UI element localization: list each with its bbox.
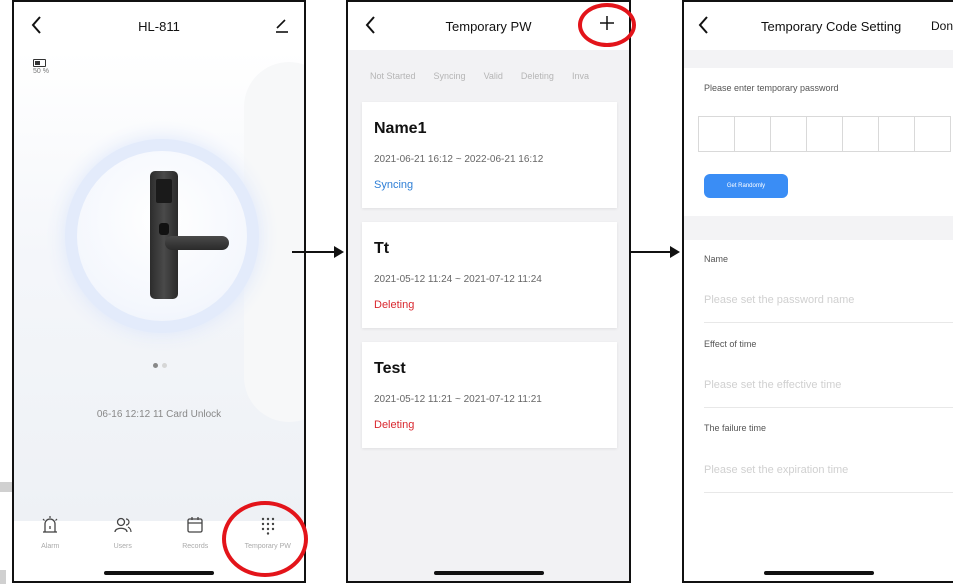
tab-alarm[interactable]: Alarm — [14, 507, 87, 567]
done-button[interactable]: Don — [931, 19, 953, 33]
page-title: Temporary Code Setting — [761, 18, 902, 34]
temporary-pw-list-screen: Temporary PW Not Started Syncing Valid D… — [346, 0, 631, 583]
home-indicator — [433, 571, 544, 575]
password-name: Name1 — [374, 120, 427, 137]
effect-time-label: Effect of time — [704, 339, 757, 349]
password-card[interactable]: Test 2021-05-12 11:21 ~ 2021-07-12 11:21… — [362, 342, 617, 448]
flow-arrow — [628, 246, 680, 258]
highlight-circle — [222, 501, 308, 577]
filter-invalid[interactable]: Inva — [572, 71, 589, 81]
password-status: Deleting — [374, 299, 415, 311]
password-status: Syncing — [374, 179, 414, 191]
filter-not-started[interactable]: Not Started — [370, 71, 416, 81]
password-name: Test — [374, 360, 406, 377]
status-filter-bar: Not Started Syncing Valid Deleting Inva — [348, 60, 629, 92]
alarm-icon — [42, 516, 58, 533]
door-lock-image — [150, 171, 178, 299]
password-status: Deleting — [374, 419, 415, 431]
home-indicator — [104, 571, 214, 575]
back-icon[interactable] — [362, 14, 380, 36]
lock-image-ring[interactable] — [65, 139, 259, 333]
divider — [704, 492, 953, 493]
nav-bar: HL-811 — [14, 2, 304, 50]
back-icon[interactable] — [28, 14, 46, 36]
password-validity: 2021-05-12 11:24 ~ 2021-07-12 11:24 — [374, 274, 542, 285]
effect-time-field[interactable]: Please set the effective time — [704, 379, 841, 391]
battery-icon — [33, 59, 46, 67]
nav-bar: Temporary Code Setting Don — [684, 2, 953, 50]
tab-label: Records — [182, 543, 209, 550]
password-validity: 2021-05-12 11:21 ~ 2021-07-12 11:21 — [374, 394, 542, 405]
tab-label: Alarm — [41, 543, 60, 550]
failure-time-label: The failure time — [704, 423, 767, 433]
calendar-icon — [187, 517, 203, 533]
flow-arrow — [292, 246, 344, 258]
section-divider — [684, 216, 953, 240]
divider — [704, 407, 953, 408]
edge-fragment — [0, 570, 6, 584]
password-card[interactable]: Tt 2021-05-12 11:24 ~ 2021-07-12 11:24 D… — [362, 222, 617, 328]
door-lock-handle — [165, 236, 229, 250]
users-icon — [114, 517, 132, 533]
highlight-circle — [578, 3, 636, 47]
failure-time-field[interactable]: Please set the expiration time — [704, 464, 848, 476]
tab-users[interactable]: Users — [87, 507, 160, 567]
page-title: Temporary PW — [445, 18, 532, 34]
filter-valid[interactable]: Valid — [484, 71, 503, 81]
page-indicator — [153, 355, 171, 373]
section-divider — [684, 50, 953, 68]
password-input-cells[interactable] — [698, 116, 951, 152]
filter-deleting[interactable]: Deleting — [521, 71, 554, 81]
password-name: Tt — [374, 240, 390, 257]
password-validity: 2021-06-21 16:12 ~ 2022-06-21 16:12 — [374, 154, 544, 165]
get-randomly-button[interactable]: Get Randomly — [704, 174, 788, 198]
lock-home-screen: HL-811 50 % 06-16 12:12 11 Card Unlock A… — [12, 0, 306, 583]
home-indicator — [763, 571, 874, 575]
battery-level: 50 % — [33, 68, 49, 75]
last-unlock-record: 06-16 12:12 11 Card Unlock — [96, 409, 222, 420]
edit-icon[interactable] — [274, 16, 290, 34]
temporary-code-setting-screen: Temporary Code Setting Don Please enter … — [682, 0, 953, 583]
name-label: Name — [704, 254, 729, 264]
back-icon[interactable] — [695, 14, 713, 36]
password-prompt-label: Please enter temporary password — [704, 83, 839, 93]
filter-syncing[interactable]: Syncing — [434, 71, 466, 81]
tab-records[interactable]: Records — [159, 507, 232, 567]
password-card[interactable]: Name1 2021-06-21 16:12 ~ 2022-06-21 16:1… — [362, 102, 617, 208]
tab-label: Users — [113, 543, 132, 550]
divider — [704, 322, 953, 323]
page-title: HL-811 — [138, 18, 180, 34]
edge-fragment — [0, 482, 12, 492]
name-field[interactable]: Please set the password name — [704, 294, 854, 306]
